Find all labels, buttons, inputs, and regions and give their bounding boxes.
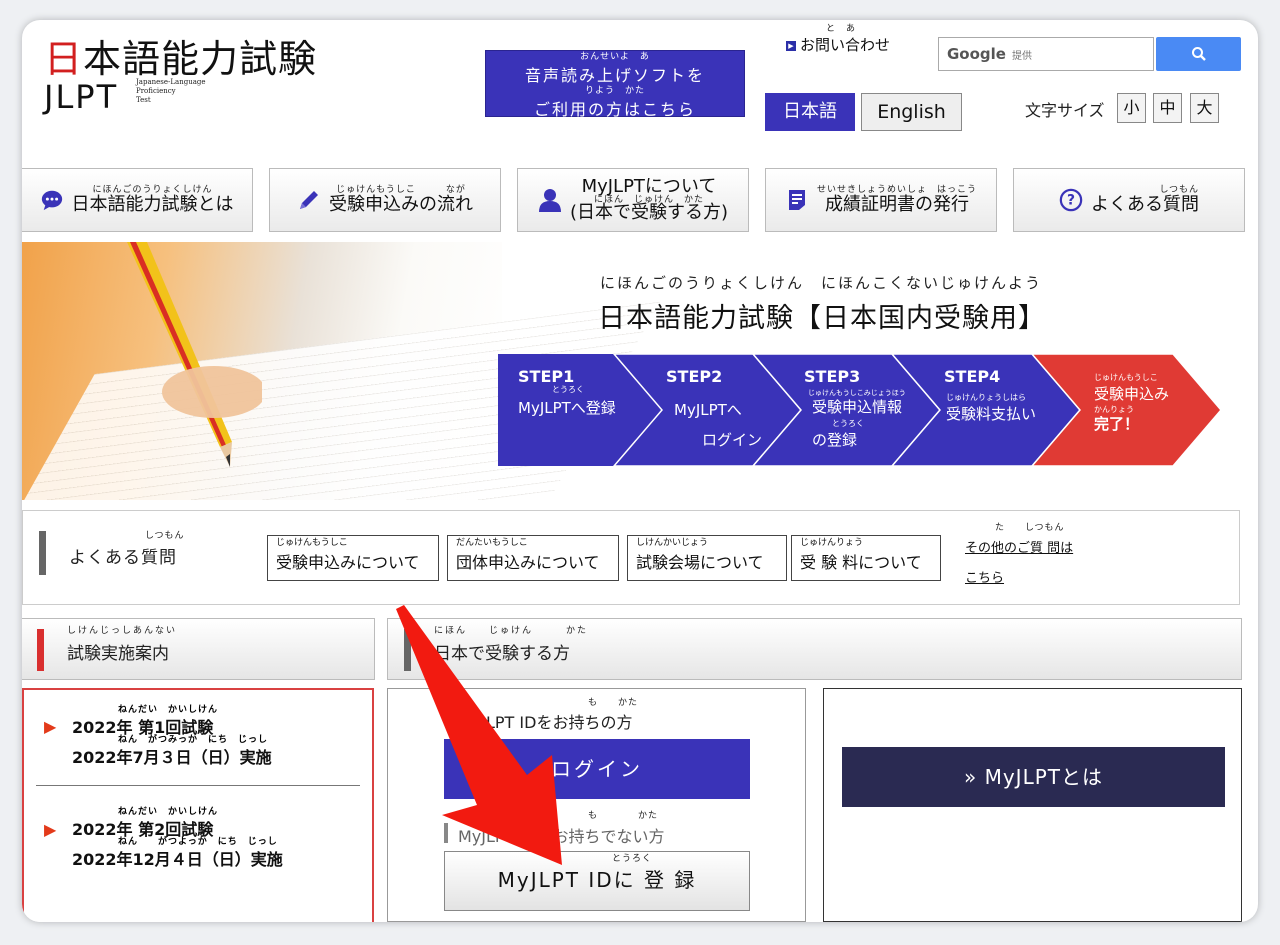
faq-application-button[interactable]: じゅけんもうしこ 受験申込みについて — [267, 535, 439, 581]
font-size-medium-button[interactable]: 中 — [1153, 93, 1182, 123]
pencil-image — [127, 242, 262, 467]
search-icon — [1191, 47, 1206, 61]
contact-link[interactable]: と あ ▶ お問い合わせ — [786, 24, 890, 55]
step-3: STEP3 じゅけんもうしこみじょうほう 受験申込情報 とうろく の登録 — [804, 367, 906, 449]
step-1: STEP1 とうろく MyJLPTへ登録 — [518, 367, 616, 417]
nav-label: 日本語能力試験とは — [71, 194, 234, 215]
contact-ruby: と あ — [826, 24, 857, 34]
document-icon — [785, 188, 809, 212]
faq-venue-button[interactable]: しけんかいじょう 試験会場について — [627, 535, 787, 581]
question-icon: ? — [1059, 188, 1083, 212]
speech-bubble-icon — [40, 188, 64, 212]
about-myjlpt-button[interactable]: » MyJLPTとは — [842, 747, 1225, 807]
triangle-right-icon: ▶ — [44, 820, 57, 839]
faq-ruby: しつもん — [145, 531, 185, 541]
speech-software-button[interactable]: おんせいよ あ 音声読み上げソフトを りよう かた ご利用の方はこちら — [485, 50, 745, 119]
nav-about-jlpt[interactable]: にほんごのうりょくしけん 日本語能力試験とは — [22, 168, 253, 232]
page-card: 日本語能力試験 JLPT Japanese-Language Proficienc… — [22, 20, 1258, 922]
nav-application-flow[interactable]: じゅけんもうしこ なが 受験申込みの流れ — [269, 168, 501, 232]
logo-kanji-rest: 本語能力試験 — [83, 37, 318, 81]
section-exam-info: しけんじっしあんない 試験実施案内 — [22, 618, 375, 680]
nav-about-myjlpt[interactable]: MyJLPTについて にほん じゅけん かた (日本で受験する方) — [517, 168, 749, 232]
faq-section: しつもん よくある質問 じゅけんもうしこ 受験申込みについて だんたいもうしこ 団体… — [22, 510, 1240, 605]
annotation-arrow — [396, 605, 562, 865]
step-complete: じゅけんもうしこ 受験申込み かんりょう 完了！ — [1094, 373, 1170, 433]
nav-label: 受験申込みの流れ — [329, 194, 473, 215]
pencil-icon — [297, 188, 321, 212]
nav-faq[interactable]: ? しつもん よくある質問 — [1013, 168, 1245, 232]
step-2: STEP2 MyJLPTへ ログイン — [666, 367, 763, 449]
faq-fee-button[interactable]: じゅけんりょう受 験 料について — [791, 535, 941, 581]
nav-label: 成績証明書の発行 — [824, 194, 969, 215]
font-size-small-button[interactable]: 小 — [1117, 93, 1146, 123]
triangle-right-icon: ▶ — [44, 717, 57, 736]
logo-kanji-first: 日 — [44, 37, 84, 81]
contact-label: お問い合わせ — [800, 36, 891, 54]
exam-schedule-box: ねんだい かいしけん ▶ 2022年 第1回試験 ねん がつみっか にち じっし… — [22, 688, 374, 922]
step-4: STEP4 じゅけんりょうしはら 受験料支払い — [944, 367, 1037, 423]
hero-banner: にほんごのうりょくしけん にほんこくないじゅけんよう 日本語能力試験【日本国内受… — [22, 242, 1240, 500]
language-english-button[interactable]: English — [861, 93, 962, 131]
nav-label: よくある質問 — [1091, 194, 1199, 215]
faq-other-link-here[interactable]: こちら — [965, 567, 1004, 586]
section-exam-info-title: 試験実施案内 — [67, 644, 169, 664]
hero-ruby: にほんごのうりょくしけん にほんこくないじゅけんよう — [600, 274, 1043, 292]
search-input[interactable]: Google 提供 — [938, 37, 1154, 71]
hero-title: 日本語能力試験【日本国内受験用】 — [598, 303, 1046, 334]
nav-label: MyJLPTについて — [581, 176, 717, 197]
speech-ruby-2: りよう かた — [584, 86, 645, 96]
speech-line-2: ご利用の方はこちら — [533, 100, 696, 119]
nav-certificate[interactable]: せいせきしょうめいしょ はっこう 成績証明書の発行 — [765, 168, 997, 232]
logo-subtitle: Japanese-Language Proficiency Test — [136, 78, 206, 104]
play-square-icon: ▶ — [786, 40, 796, 51]
font-size-large-button[interactable]: 大 — [1190, 93, 1219, 123]
nav-label-2: (日本で受験する方) — [569, 202, 729, 223]
faq-other-link[interactable]: その他のご質 問は — [965, 537, 1073, 556]
faq-title: よくある質問 — [69, 548, 177, 568]
search-button[interactable] — [1156, 37, 1241, 71]
language-japanese-button[interactable]: 日本語 — [765, 93, 855, 131]
faq-group-application-button[interactable]: だんたいもうしこ 団体申込みについて — [447, 535, 619, 581]
logo-jlpt-text: JLPT — [44, 78, 119, 116]
person-icon — [538, 188, 562, 212]
speech-ruby-1: おんせいよ あ — [580, 52, 650, 62]
font-size-label: 文字サイズ — [1025, 101, 1105, 120]
speech-line-1: 音声読み上げソフトを — [524, 66, 705, 85]
faq-other-ruby: た しつもん — [995, 523, 1065, 533]
myjlpt-about-box: » MyJLPTとは — [823, 688, 1242, 922]
svg-text:?: ? — [1067, 193, 1075, 209]
jlpt-logo[interactable]: 日本語能力試験 — [44, 28, 317, 83]
